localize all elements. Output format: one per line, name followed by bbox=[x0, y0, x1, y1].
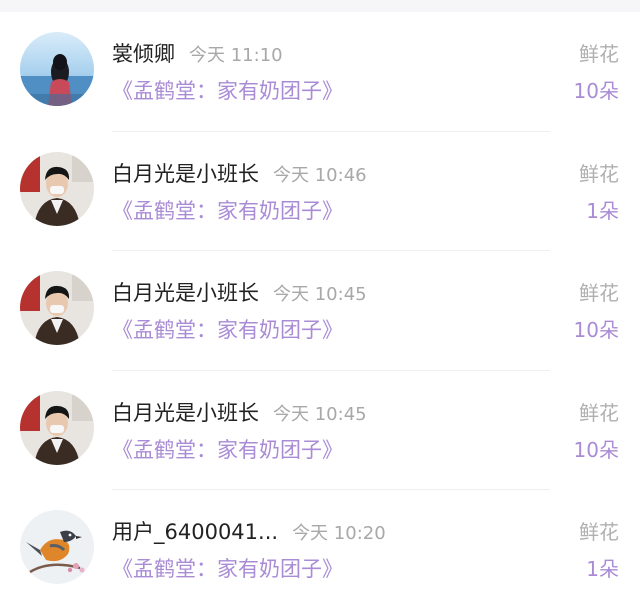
sender-name: 裳倾卿 今天 11:10 bbox=[112, 42, 283, 66]
book-title-link[interactable]: 《孟鹤堂：家有奶团子》 bbox=[112, 195, 343, 225]
gift-type: 鲜花 bbox=[579, 400, 619, 425]
gift-type: 鲜花 bbox=[579, 42, 619, 66]
book-title-link[interactable]: 《孟鹤堂：家有奶团子》 bbox=[112, 553, 343, 583]
sender-name: 白月光是小班长 今天 10:45 bbox=[112, 281, 367, 305]
gift-count: 10朵 bbox=[573, 318, 619, 342]
list-item[interactable]: 白月光是小班长 今天 10:46 《孟鹤堂：家有奶团子》 鲜花 1朵 bbox=[0, 132, 640, 251]
list-item[interactable]: 裳倾卿 今天 11:10 《孟鹤堂：家有奶团子》 鲜花 10朵 bbox=[0, 12, 640, 132]
message-time: 今天 11:10 bbox=[189, 45, 283, 66]
sender-name: 白月光是小班长 今天 10:46 bbox=[112, 161, 367, 186]
message-time: 今天 10:45 bbox=[273, 403, 367, 425]
man-masked-avatar-icon[interactable] bbox=[20, 271, 94, 345]
message-time: 今天 10:45 bbox=[273, 284, 367, 305]
message-time: 今天 10:20 bbox=[292, 523, 386, 544]
gift-count: 10朵 bbox=[573, 79, 619, 103]
gift-type: 鲜花 bbox=[579, 281, 619, 305]
list-item[interactable]: 白月光是小班长 今天 10:45 《孟鹤堂：家有奶团子》 鲜花 10朵 bbox=[0, 371, 640, 490]
top-strip bbox=[0, 0, 640, 12]
sender-name: 用户_6400041... 今天 10:20 bbox=[112, 520, 386, 544]
sender-name: 白月光是小班长 今天 10:45 bbox=[112, 400, 367, 425]
man-masked-avatar-icon[interactable] bbox=[20, 390, 94, 465]
bird-branch-avatar-icon[interactable] bbox=[20, 510, 94, 584]
list-item[interactable]: 用户_6400041... 今天 10:20 《孟鹤堂：家有奶团子》 鲜花 1朵 bbox=[0, 490, 640, 610]
message-time: 今天 10:46 bbox=[273, 164, 367, 186]
gift-count: 10朵 bbox=[573, 437, 619, 462]
gift-count: 1朵 bbox=[586, 557, 619, 581]
book-title-link[interactable]: 《孟鹤堂：家有奶团子》 bbox=[112, 75, 343, 105]
book-title-link[interactable]: 《孟鹤堂：家有奶团子》 bbox=[112, 434, 343, 464]
gift-count: 1朵 bbox=[586, 198, 619, 223]
man-masked-avatar-icon[interactable] bbox=[20, 151, 94, 226]
woman-lake-avatar-icon[interactable] bbox=[20, 32, 94, 106]
gift-type: 鲜花 bbox=[579, 161, 619, 186]
gift-message-list: 裳倾卿 今天 11:10 《孟鹤堂：家有奶团子》 鲜花 10朵 白月光是小班长 今天… bbox=[0, 12, 640, 610]
book-title-link[interactable]: 《孟鹤堂：家有奶团子》 bbox=[112, 314, 343, 344]
gift-type: 鲜花 bbox=[579, 520, 619, 544]
list-item[interactable]: 白月光是小班长 今天 10:45 《孟鹤堂：家有奶团子》 鲜花 10朵 bbox=[0, 251, 640, 371]
